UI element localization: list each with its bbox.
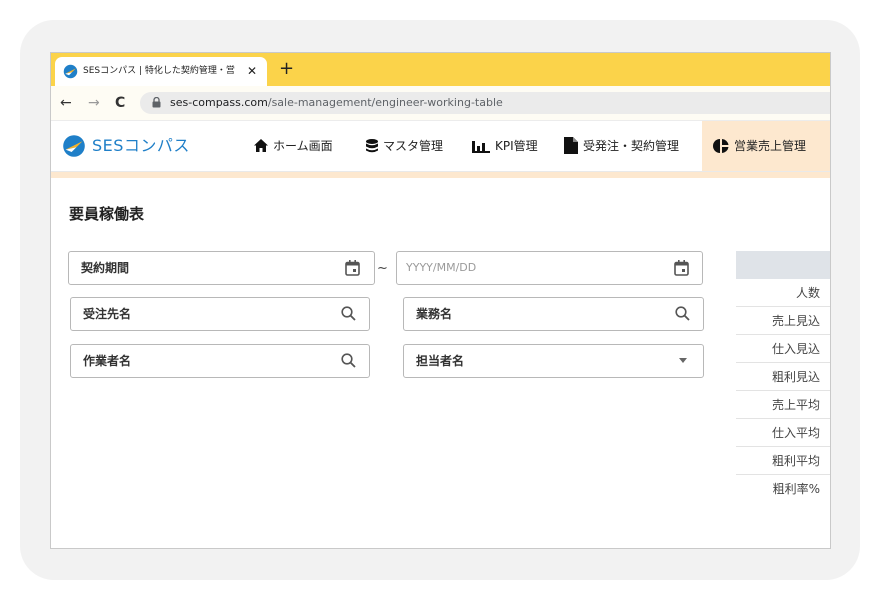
- document-icon: [564, 137, 578, 154]
- nav-home[interactable]: ホーム画面: [254, 121, 333, 171]
- logo-text: SESコンパス: [92, 136, 190, 155]
- tab-close-icon[interactable]: ✕: [247, 57, 257, 86]
- summary-row: 粗利見込: [736, 363, 830, 391]
- business-name-field[interactable]: 業務名: [403, 297, 704, 331]
- summary-row: 売上見込: [736, 307, 830, 335]
- compass-favicon-icon: [63, 64, 78, 79]
- url-text: ses-compass.com/sale-management/engineer…: [170, 92, 503, 114]
- nav-kpi-label: KPI管理: [495, 139, 538, 153]
- client-name-field[interactable]: 受注先名: [70, 297, 370, 331]
- summary-row: 売上平均: [736, 391, 830, 419]
- forward-button[interactable]: →: [88, 86, 100, 120]
- nav-master-label: マスタ管理: [383, 139, 444, 153]
- url-path: /sale-management/engineer-working-table: [267, 96, 503, 109]
- manager-select[interactable]: 担当者名: [403, 344, 704, 378]
- home-icon: [254, 139, 268, 152]
- contract-period-label: 契約期間: [81, 261, 130, 275]
- summary-row: 粗利平均: [736, 447, 830, 475]
- url-domain: ses-compass.com: [170, 96, 268, 109]
- worker-name-field[interactable]: 作業者名: [70, 344, 370, 378]
- nav-sales[interactable]: 営業売上管理: [702, 121, 830, 171]
- worker-name-label: 作業者名: [83, 354, 132, 368]
- manager-label: 担当者名: [416, 354, 465, 368]
- summary-row: 仕入平均: [736, 419, 830, 447]
- nav-master[interactable]: マスタ管理: [366, 121, 443, 171]
- url-field[interactable]: ses-compass.com/sale-management/engineer…: [140, 92, 830, 114]
- reload-button[interactable]: C: [115, 86, 125, 120]
- nav-kpi[interactable]: KPI管理: [472, 121, 538, 171]
- back-button[interactable]: ←: [60, 86, 72, 120]
- date-range-separator: ~: [377, 261, 388, 276]
- compass-logo-icon: [63, 135, 85, 157]
- nav-orders[interactable]: 受発注・契約管理: [564, 121, 679, 171]
- pie-chart-icon: [713, 138, 729, 153]
- summary-row: 仕入見込: [736, 335, 830, 363]
- summary-row: 人数: [736, 279, 830, 307]
- tab-title: SESコンパス | 特化した契約管理・営: [83, 66, 235, 76]
- caret-down-icon: [679, 358, 687, 363]
- client-name-label: 受注先名: [83, 307, 132, 321]
- summary-table-header: [736, 251, 830, 279]
- summary-row: 粗利率%: [772, 482, 820, 496]
- nav-orders-label: 受発注・契約管理: [583, 139, 680, 153]
- search-icon: [341, 353, 356, 368]
- bar-chart-icon: [472, 140, 490, 153]
- tab-strip: SESコンパス | 特化した契約管理・営 ✕ +: [51, 53, 830, 86]
- page-title: 要員稼働表: [69, 205, 145, 223]
- business-name-label: 業務名: [416, 307, 453, 321]
- lock-icon: [152, 97, 161, 108]
- contract-period-start-field[interactable]: 契約期間: [68, 251, 375, 285]
- end-date-placeholder: YYYY/MM/DD: [406, 261, 477, 274]
- address-bar: ← → C ses-compass.com/sale-management/en…: [51, 86, 830, 121]
- database-icon: [366, 138, 378, 152]
- nav-home-label: ホーム画面: [273, 139, 333, 153]
- app-header: SESコンパス ホーム画面 マスタ管理 KPI管理 受発注・契約管理 営業売上管…: [51, 121, 830, 172]
- browser-window: SESコンパス | 特化した契約管理・営 ✕ + ← → C ses-compa…: [50, 52, 831, 549]
- contract-period-end-field[interactable]: YYYY/MM/DD: [396, 251, 703, 285]
- search-icon: [341, 306, 356, 321]
- calendar-icon[interactable]: [674, 260, 689, 276]
- calendar-icon[interactable]: [345, 260, 360, 276]
- nav-sales-label: 営業売上管理: [734, 139, 807, 153]
- new-tab-button[interactable]: +: [279, 56, 294, 82]
- search-icon: [675, 306, 690, 321]
- header-accent-bar: [51, 172, 830, 178]
- browser-tab[interactable]: SESコンパス | 特化した契約管理・営 ✕: [55, 57, 267, 86]
